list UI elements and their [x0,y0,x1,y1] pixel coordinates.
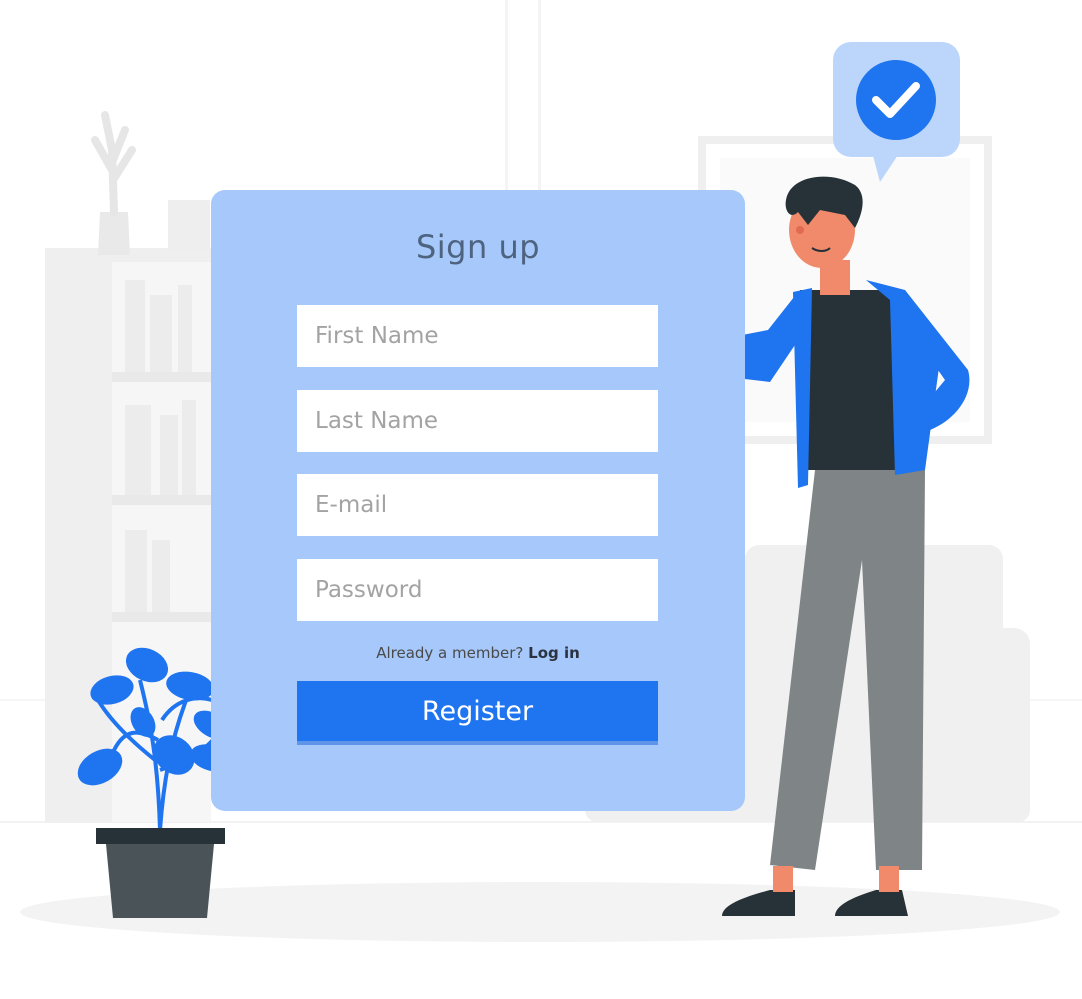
member-prompt: Already a member? [376,644,524,662]
first-name-field[interactable] [297,305,658,367]
member-prompt-line: Already a member? Log in [211,644,745,662]
password-field[interactable] [297,559,658,621]
form-title: Sign up [415,228,541,266]
email-field[interactable] [297,474,658,536]
vase-icon [91,111,136,255]
register-button[interactable]: Register [297,681,658,741]
bookshelf [45,200,211,823]
check-icon [856,60,936,140]
last-name-field[interactable] [297,390,658,452]
login-link[interactable]: Log in [528,644,580,662]
